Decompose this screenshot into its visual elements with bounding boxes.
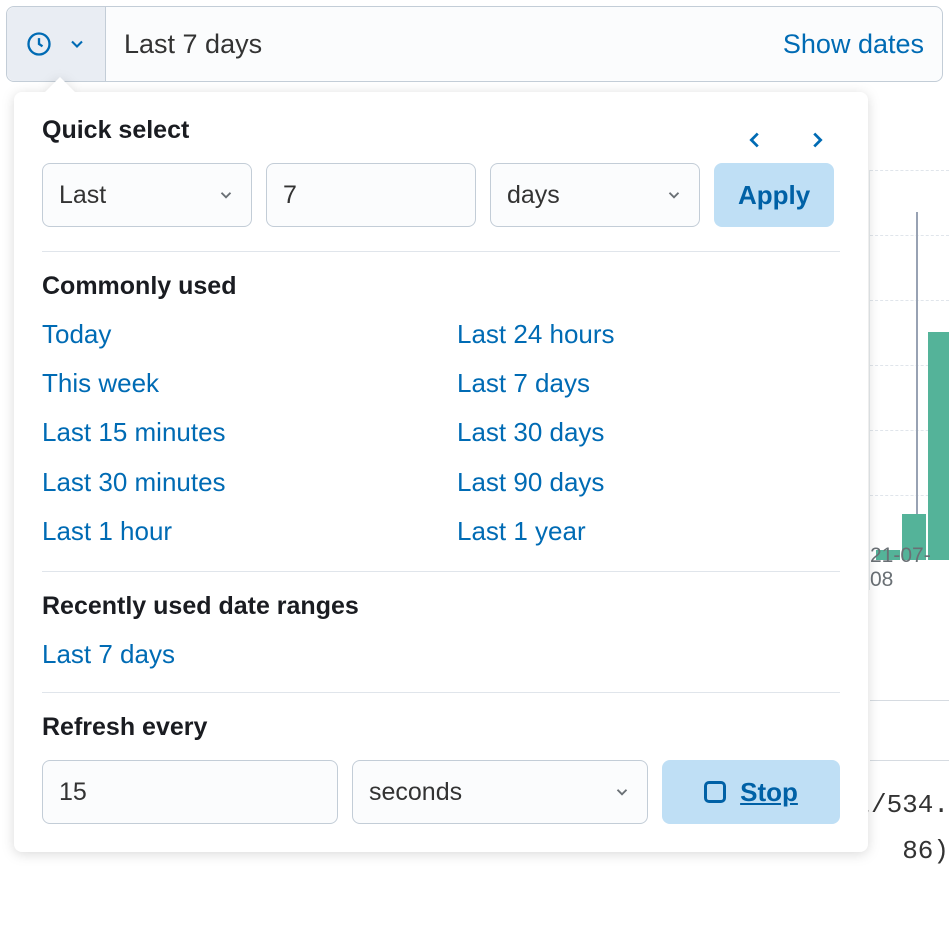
stop-label: Stop xyxy=(740,777,798,808)
clock-icon xyxy=(25,30,53,58)
common-range-last-24-hours[interactable]: Last 24 hours xyxy=(451,319,840,350)
common-range-last-30-minutes[interactable]: Last 30 minutes xyxy=(42,467,431,498)
stop-refresh-button[interactable]: Stop xyxy=(662,760,840,824)
recently-used-title: Recently used date ranges xyxy=(42,592,840,621)
recent-range-item[interactable]: Last 7 days xyxy=(42,639,840,670)
previous-range-button[interactable] xyxy=(744,126,766,154)
chevron-down-icon xyxy=(613,783,631,801)
refresh-interval-unit-value: seconds xyxy=(369,778,462,807)
quick-select-tense-value: Last xyxy=(59,181,106,210)
refresh-title: Refresh every xyxy=(42,713,840,742)
quick-select-toggle[interactable] xyxy=(7,7,106,81)
refresh-interval-unit[interactable]: seconds xyxy=(352,760,648,824)
common-range-last-7-days[interactable]: Last 7 days xyxy=(451,368,840,399)
apply-button[interactable]: Apply xyxy=(714,163,834,227)
common-range-last-15-minutes[interactable]: Last 15 minutes xyxy=(42,417,431,448)
chevron-down-icon xyxy=(665,186,683,204)
date-range-bar: Last 7 days Show dates xyxy=(6,6,943,82)
quick-select-tense[interactable]: Last xyxy=(42,163,252,227)
chevron-down-icon xyxy=(217,186,235,204)
date-range-display[interactable]: Last 7 days xyxy=(106,7,765,81)
commonly-used-list: Today Last 24 hours This week Last 7 day… xyxy=(42,319,840,547)
chevron-down-icon xyxy=(67,34,87,54)
next-range-button[interactable] xyxy=(806,126,828,154)
common-range-last-90-days[interactable]: Last 90 days xyxy=(451,467,840,498)
commonly-used-title: Commonly used xyxy=(42,272,840,301)
common-range-last-1-year[interactable]: Last 1 year xyxy=(451,516,840,547)
quick-select-value[interactable] xyxy=(266,163,476,227)
quick-select-title: Quick select xyxy=(42,116,189,145)
show-dates-button[interactable]: Show dates xyxy=(765,7,942,81)
refresh-interval-input[interactable] xyxy=(59,778,321,807)
refresh-interval-value[interactable] xyxy=(42,760,338,824)
divider xyxy=(42,692,840,693)
common-range-today[interactable]: Today xyxy=(42,319,431,350)
common-range-this-week[interactable]: This week xyxy=(42,368,431,399)
common-range-last-1-hour[interactable]: Last 1 hour xyxy=(42,516,431,547)
common-range-last-30-days[interactable]: Last 30 days xyxy=(451,417,840,448)
quick-select-value-input[interactable] xyxy=(283,181,459,210)
date-picker-popover: Quick select Last days Apply Commonly us… xyxy=(14,92,868,852)
background-code-fragment-1: t/534. xyxy=(855,790,949,820)
divider xyxy=(42,251,840,252)
chart-x-tick: 21-07-08 xyxy=(870,544,949,592)
quick-select-unit[interactable]: days xyxy=(490,163,700,227)
quick-select-unit-value: days xyxy=(507,181,560,210)
background-code-fragment-2: 86) xyxy=(902,836,949,866)
stop-icon xyxy=(704,781,726,803)
histogram-chart: 21-07-08 xyxy=(869,170,949,590)
divider xyxy=(42,571,840,572)
